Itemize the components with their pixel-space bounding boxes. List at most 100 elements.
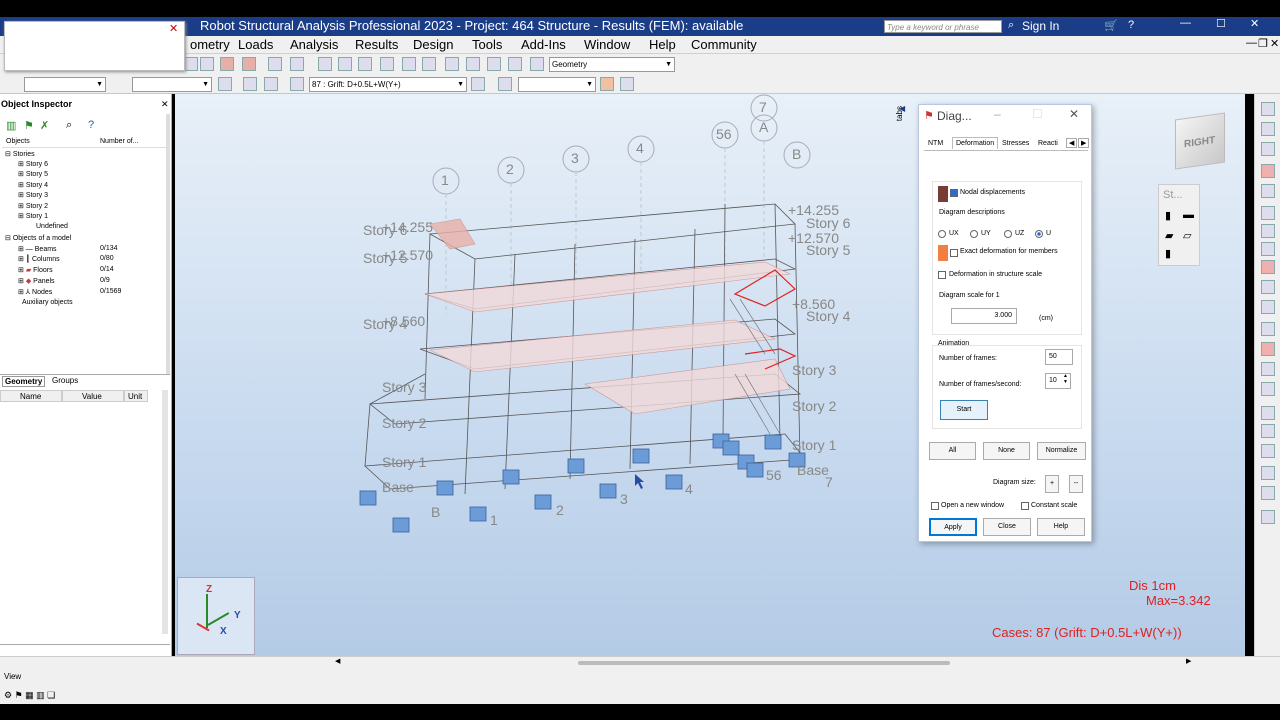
tab-scroll-left-icon[interactable]: ◀ bbox=[1066, 138, 1078, 148]
close-icon[interactable]: ✕ bbox=[161, 99, 169, 110]
tab-groups[interactable]: Groups bbox=[52, 376, 78, 385]
tree-item-story[interactable]: ⊞ Story 5 bbox=[18, 170, 48, 178]
radio-uy[interactable] bbox=[970, 230, 978, 238]
normalize-button[interactable]: Normalize bbox=[1037, 442, 1086, 460]
stories-icon[interactable]: ▥ bbox=[6, 119, 16, 132]
selection-combo[interactable]: ▼ bbox=[24, 77, 106, 92]
radio-u[interactable] bbox=[1035, 230, 1043, 238]
cart-icon[interactable]: 🛒 bbox=[1104, 19, 1118, 32]
menu-design[interactable]: Design bbox=[413, 37, 453, 52]
frame-icon[interactable] bbox=[1261, 406, 1275, 420]
mdi-restore-icon[interactable]: ❐ bbox=[1258, 37, 1268, 50]
beam-icon[interactable]: ▬ bbox=[1183, 209, 1194, 221]
tree-item-story[interactable]: ⊞ Story 1 bbox=[18, 212, 48, 220]
mdi-minimize-icon[interactable]: — bbox=[1246, 37, 1257, 49]
grid-icon[interactable] bbox=[1261, 424, 1275, 438]
delete-filter-icon[interactable]: ✗ bbox=[40, 119, 49, 132]
horizontal-scrollbar[interactable] bbox=[578, 661, 950, 665]
cut-icon[interactable] bbox=[422, 57, 436, 71]
color-swatch[interactable] bbox=[938, 186, 948, 202]
slab-icon[interactable]: ▰ bbox=[1165, 229, 1173, 242]
menu-geometry[interactable]: ometry bbox=[190, 37, 230, 52]
truss-icon[interactable] bbox=[1261, 466, 1275, 480]
tree-item-story[interactable]: ⊞ Story 2 bbox=[18, 202, 48, 210]
all-button[interactable]: All bbox=[929, 442, 976, 460]
status-icons[interactable]: ⚙ ⚑ ▦ ▥ ❏ bbox=[4, 690, 55, 701]
size-minus-button[interactable]: -- bbox=[1069, 475, 1083, 493]
radio-uz[interactable] bbox=[1004, 230, 1012, 238]
tree-item-story[interactable]: ⊞ Story 4 bbox=[18, 181, 48, 189]
tree-item-auxiliary[interactable]: Auxiliary objects bbox=[22, 299, 73, 306]
paint-icon[interactable] bbox=[600, 77, 614, 91]
start-button[interactable]: Start bbox=[940, 400, 988, 420]
minimize-icon[interactable]: — bbox=[1180, 17, 1191, 29]
snap-icon[interactable] bbox=[466, 57, 480, 71]
help-button[interactable]: Help bbox=[1037, 518, 1085, 536]
wave-icon[interactable] bbox=[620, 77, 634, 91]
wall-icon[interactable]: ▱ bbox=[1183, 229, 1191, 242]
color-swatch[interactable] bbox=[938, 245, 948, 261]
view-cube[interactable]: RIGHT bbox=[1175, 112, 1225, 170]
tree-item-model[interactable]: ⊟ Objects of a model bbox=[5, 234, 71, 242]
case-prev-icon[interactable] bbox=[471, 77, 485, 91]
search-input[interactable]: Type a keyword or phrase bbox=[884, 20, 1002, 33]
minimize-icon[interactable]: – bbox=[994, 107, 1001, 121]
scroll-right-icon[interactable]: ▶ bbox=[1186, 657, 1191, 665]
column-icon[interactable]: ▮ bbox=[1165, 209, 1171, 222]
bars-icon[interactable] bbox=[1261, 122, 1275, 136]
display-icon[interactable] bbox=[264, 77, 278, 91]
undo-icon[interactable] bbox=[220, 57, 234, 71]
exact-deformation-checkbox[interactable] bbox=[950, 249, 958, 257]
size-plus-button[interactable]: + bbox=[1045, 475, 1059, 493]
spin-icon[interactable]: ▲ ▼ bbox=[1063, 373, 1068, 385]
close-icon[interactable]: ✕ bbox=[169, 22, 178, 35]
maximize-icon[interactable]: ☐ bbox=[1216, 17, 1226, 30]
tree-item-story[interactable]: ⊞ Story 3 bbox=[18, 191, 48, 199]
cable-icon[interactable] bbox=[1261, 260, 1275, 274]
structure-scale-checkbox[interactable] bbox=[938, 271, 946, 279]
solid-icon[interactable] bbox=[1261, 382, 1275, 396]
tree-item-undefined[interactable]: Undefined bbox=[36, 223, 68, 230]
constant-scale-checkbox[interactable] bbox=[1021, 502, 1029, 510]
maximize-icon[interactable]: ☐ bbox=[1032, 107, 1043, 121]
apply-button[interactable]: Apply bbox=[929, 518, 977, 536]
view-icon[interactable] bbox=[1261, 510, 1275, 524]
settings-icon[interactable] bbox=[487, 57, 501, 71]
tree-item-floors[interactable]: ⊞ ▰ Floors bbox=[18, 266, 53, 274]
filter-icon[interactable] bbox=[402, 57, 416, 71]
lock-icon[interactable] bbox=[318, 57, 332, 71]
filter-combo[interactable]: ▼ bbox=[132, 77, 212, 92]
sign-in-button[interactable]: Sign In bbox=[1022, 19, 1059, 33]
tree-item-columns[interactable]: ⊞ ┃ Columns bbox=[18, 255, 60, 263]
case-next-icon[interactable] bbox=[498, 77, 512, 91]
tab-geometry[interactable]: Geometry bbox=[2, 376, 46, 387]
zoom-icon[interactable] bbox=[338, 57, 352, 71]
binoculars-icon[interactable]: ⌕ bbox=[1008, 19, 1014, 32]
copy-icon[interactable] bbox=[200, 57, 214, 71]
layout-combo[interactable]: Geometry ▼ bbox=[549, 57, 675, 72]
tree-item-panels[interactable]: ⊞ ◆ Panels bbox=[18, 277, 55, 285]
material-icon[interactable] bbox=[1261, 242, 1275, 256]
scale-input[interactable]: 3.000 bbox=[951, 308, 1017, 324]
tools-icon[interactable] bbox=[508, 57, 522, 71]
properties-icon[interactable] bbox=[290, 57, 304, 71]
view-icon[interactable] bbox=[243, 77, 257, 91]
pin-icon[interactable]: ◀ bbox=[899, 104, 905, 113]
table-icon[interactable] bbox=[1261, 444, 1275, 458]
section-icon[interactable] bbox=[1261, 322, 1275, 336]
supports-icon[interactable] bbox=[1261, 142, 1275, 156]
radio-ux[interactable] bbox=[938, 230, 946, 238]
releases-icon[interactable] bbox=[1261, 184, 1275, 198]
edit-icon[interactable] bbox=[445, 57, 459, 71]
offsets-icon[interactable] bbox=[1261, 206, 1275, 220]
tab-stresses[interactable]: Stresses bbox=[1002, 140, 1029, 147]
layout-icon[interactable] bbox=[530, 57, 544, 71]
none-button[interactable]: None bbox=[983, 442, 1030, 460]
case-combo[interactable]: 87 : Grift: D+0.5L+W(Y+) ▼ bbox=[309, 77, 467, 92]
tab-scroll-right-icon[interactable]: ▶ bbox=[1078, 138, 1090, 148]
search-icon[interactable]: ⌕ bbox=[66, 119, 72, 132]
new-icon[interactable] bbox=[184, 57, 198, 71]
tab-ntm[interactable]: NTM bbox=[928, 140, 943, 147]
help-icon[interactable]: ? bbox=[1128, 19, 1134, 31]
tree-item-story[interactable]: ⊞ Story 6 bbox=[18, 160, 48, 168]
